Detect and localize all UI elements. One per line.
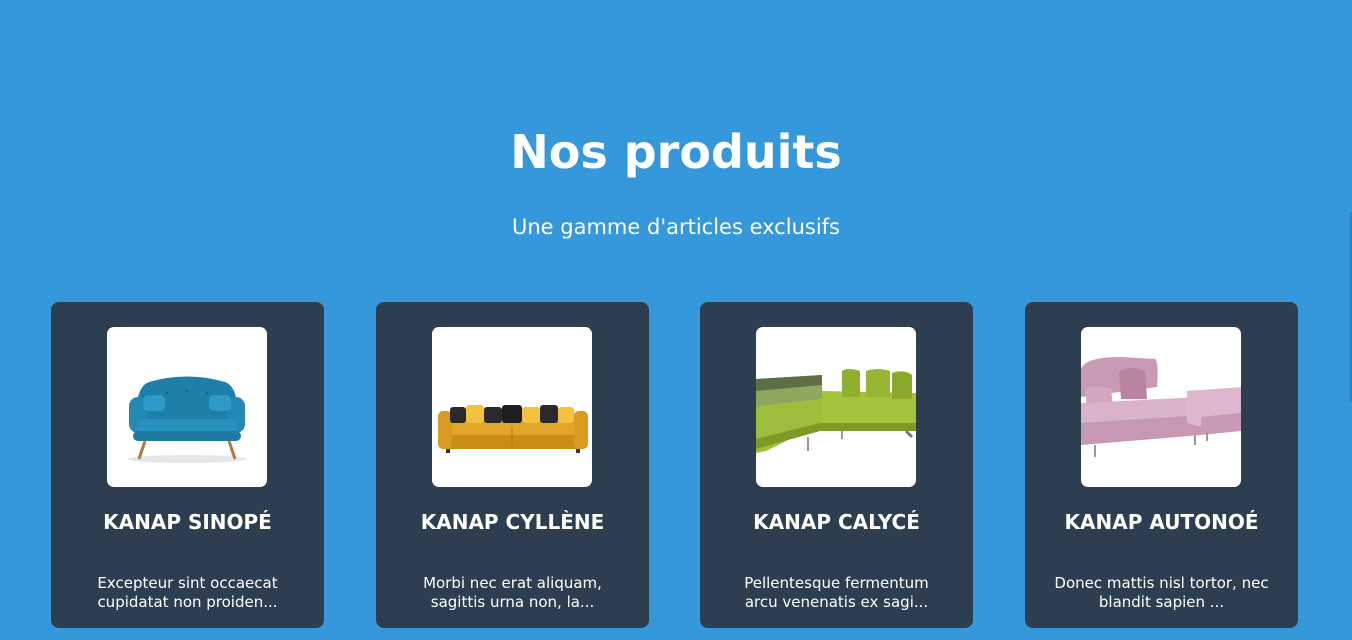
product-card-sinope[interactable]: KANAP SINOPÉ Excepteur sint occaecat cup…	[51, 302, 324, 628]
product-card-cyllene[interactable]: KANAP CYLLÈNE Morbi nec erat aliquam, sa…	[376, 302, 649, 628]
section-title: Nos produits	[510, 125, 842, 179]
product-description: Morbi nec erat aliquam, sagittis urna no…	[396, 574, 629, 612]
product-description-line: cupidatat non proiden...	[97, 593, 278, 611]
blue-sofa-image	[107, 327, 267, 487]
section-subtitle: Une gamme d'articles exclusifs	[512, 215, 840, 239]
product-description-line: Excepteur sint occaecat	[97, 574, 278, 592]
product-description: Pellentesque fermentum arcu venenatis ex…	[720, 574, 953, 612]
green-corner-sofa-image	[756, 327, 916, 487]
product-description-line: sagittis urna non, la...	[430, 593, 595, 611]
product-description-line: arcu venenatis ex sagi...	[744, 593, 929, 611]
product-description-line: Morbi nec erat aliquam,	[423, 574, 602, 592]
product-card-calyce[interactable]: KANAP CALYCÉ Pellentesque fermentum arcu…	[700, 302, 973, 628]
product-description-line: blandit sapien ...	[1098, 593, 1225, 611]
yellow-sofa-image	[432, 327, 592, 487]
product-description: Excepteur sint occaecat cupidatat non pr…	[71, 574, 304, 612]
product-description-line: Donec mattis nisl tortor, nec	[1054, 574, 1269, 592]
product-name: KANAP CYLLÈNE	[420, 510, 605, 534]
product-name: KANAP AUTONOÉ	[1064, 510, 1259, 534]
product-description: Donec mattis nisl tortor, nec blandit sa…	[1045, 574, 1278, 612]
product-description-line: Pellentesque fermentum	[744, 574, 929, 592]
product-card-autonoe[interactable]: KANAP AUTONOÉ Donec mattis nisl tortor, …	[1025, 302, 1298, 628]
products-section: Nos produits Une gamme d'articles exclus…	[0, 0, 1352, 640]
product-name: KANAP SINOPÉ	[103, 510, 272, 534]
product-grid: KANAP SINOPÉ Excepteur sint occaecat cup…	[51, 302, 1298, 628]
pink-sofa-image	[1081, 327, 1241, 487]
product-name: KANAP CALYCÉ	[753, 510, 920, 534]
